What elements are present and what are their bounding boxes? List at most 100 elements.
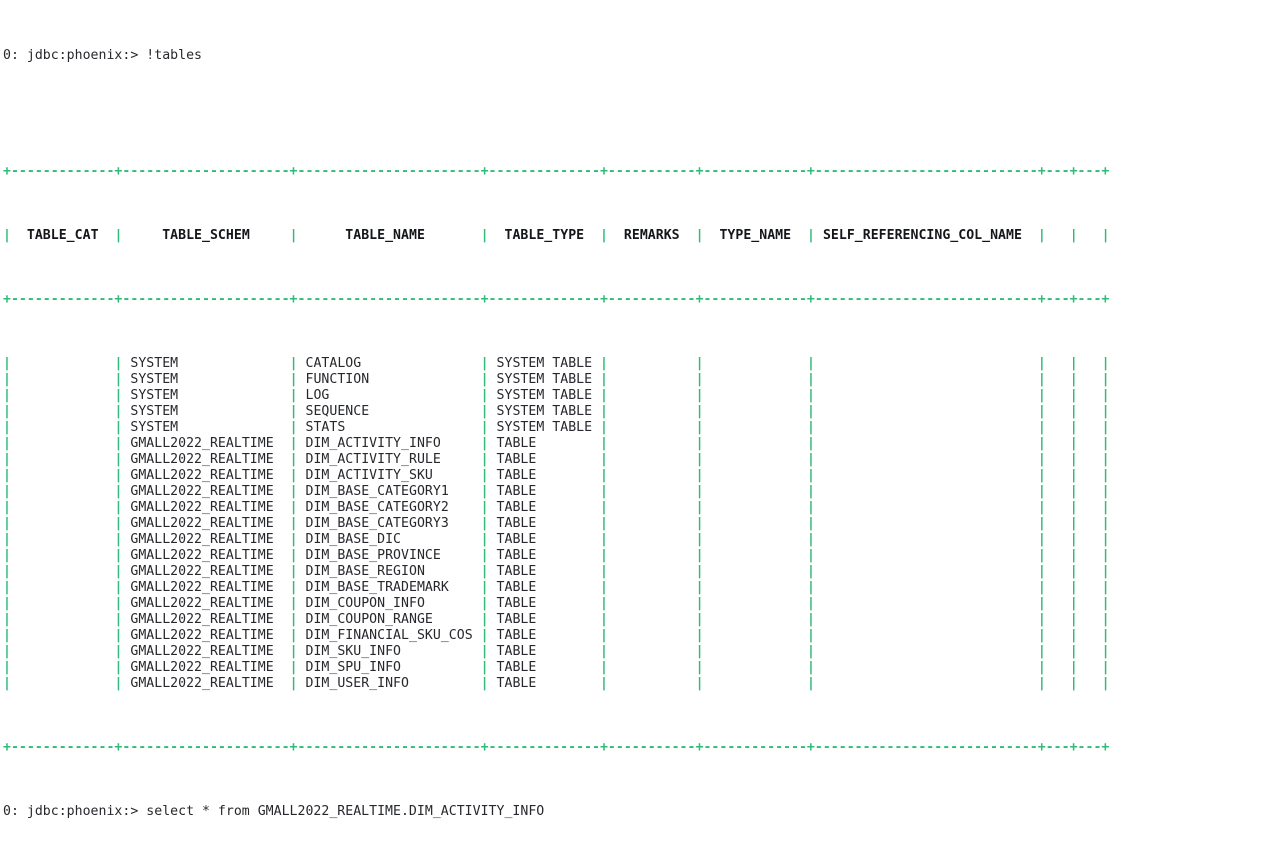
table-cell: [1046, 420, 1070, 435]
cell-divider: |: [1101, 596, 1110, 611]
cell-divider: |: [114, 676, 123, 691]
table-cell: [1078, 516, 1102, 531]
table-cell: [1046, 580, 1070, 595]
cell-divider: |: [289, 516, 298, 531]
table-cell: TABLE: [488, 468, 601, 483]
table-cell: [1046, 596, 1070, 611]
cell-divider: |: [1069, 452, 1078, 467]
table-cell: [704, 532, 807, 547]
table-cell: [608, 356, 696, 371]
cell-divider: |: [600, 628, 608, 643]
table-cell: SYSTEM TABLE: [488, 356, 601, 371]
cell-divider: |: [114, 580, 123, 595]
table-cell: LOG: [297, 388, 481, 403]
table-cell: [608, 500, 696, 515]
cell-divider: |: [1069, 356, 1078, 371]
cell-divider: |: [1069, 628, 1078, 643]
cell-divider: |: [1069, 484, 1078, 499]
table-cell: GMALL2022_REALTIME: [122, 612, 290, 627]
cell-divider: |: [1069, 564, 1078, 579]
table-cell: [608, 612, 696, 627]
cell-divider: |: [600, 452, 608, 467]
command-line-tables[interactable]: 0: jdbc:phoenix:> !tables: [0, 48, 1280, 64]
table-cell: [608, 420, 696, 435]
cell-divider: |: [600, 420, 608, 435]
cell-divider: |: [600, 516, 608, 531]
cell-divider: |: [1069, 372, 1078, 387]
table-cell: TABLE: [488, 612, 601, 627]
cell-divider: |: [289, 532, 298, 547]
table-cell: DIM_ACTIVITY_SKU: [297, 468, 481, 483]
table-cell: [1046, 356, 1070, 371]
cell-divider: |: [1037, 532, 1046, 547]
table-cell: [11, 452, 114, 467]
cell-divider: |: [807, 468, 815, 483]
table-cell: [1078, 564, 1102, 579]
table-cell: [704, 356, 807, 371]
cell-divider: |: [480, 420, 489, 435]
table-cell: [608, 452, 696, 467]
cell-divider: |: [1037, 420, 1046, 435]
table-cell: [704, 628, 807, 643]
cell-divider: |: [600, 436, 608, 451]
cell-divider: |: [1037, 436, 1046, 451]
table-rule-header: +-------------+---------------------+---…: [0, 292, 1280, 308]
table-cell: CATALOG: [297, 356, 481, 371]
table-rule-top: +-------------+---------------------+---…: [0, 164, 1280, 180]
table-cell: [815, 612, 1038, 627]
table-row: | | GMALL2022_REALTIME | DIM_FINANCIAL_S…: [0, 628, 1280, 644]
table-cell: [1078, 372, 1102, 387]
table-cell: [1078, 580, 1102, 595]
table-cell: [704, 660, 807, 675]
cell-divider: |: [3, 516, 11, 531]
column-header: TABLE_SCHEM: [122, 228, 290, 243]
command-line-select[interactable]: 0: jdbc:phoenix:> select * from GMALL202…: [0, 804, 1280, 820]
cell-divider: |: [1069, 516, 1078, 531]
cell-divider: |: [1037, 628, 1046, 643]
table-cell: [1046, 436, 1070, 451]
table-cell: TABLE: [488, 596, 601, 611]
table-cell: [608, 468, 696, 483]
table-cell: [815, 452, 1038, 467]
table-cell: [1078, 500, 1102, 515]
cell-divider: |: [807, 596, 815, 611]
table-cell: DIM_FINANCIAL_SKU_COS: [297, 628, 481, 643]
table-cell: [1078, 388, 1102, 403]
table-cell: [1078, 404, 1102, 419]
column-header: REMARKS: [608, 228, 696, 243]
table-cell: [704, 596, 807, 611]
table-row: | | SYSTEM | CATALOG | SYSTEM TABLE | | …: [0, 356, 1280, 372]
table-cell: DIM_BASE_CATEGORY3: [297, 516, 481, 531]
cell-divider: |: [600, 532, 608, 547]
cell-divider: |: [600, 356, 608, 371]
cell-divider: |: [114, 564, 123, 579]
cell-divider: |: [1101, 676, 1110, 691]
table-cell: [1046, 372, 1070, 387]
column-header: [1078, 228, 1102, 243]
table-cell: [608, 388, 696, 403]
table-cell: [1046, 612, 1070, 627]
cell-divider: |: [695, 628, 704, 643]
table-cell: [11, 404, 114, 419]
table-cell: [1078, 468, 1102, 483]
table-row: | | GMALL2022_REALTIME | DIM_BASE_DIC | …: [0, 532, 1280, 548]
cell-divider: |: [1101, 484, 1110, 499]
cell-divider: |: [1101, 516, 1110, 531]
table-cell: GMALL2022_REALTIME: [122, 596, 290, 611]
table-cell: GMALL2022_REALTIME: [122, 676, 290, 691]
cell-divider: |: [807, 388, 815, 403]
cell-divider: |: [480, 564, 489, 579]
table-cell: [1046, 548, 1070, 563]
cell-divider: |: [480, 580, 489, 595]
cell-divider: |: [1069, 644, 1078, 659]
cell-divider: |: [3, 388, 11, 403]
table-cell: [815, 436, 1038, 451]
table-cell: FUNCTION: [297, 372, 481, 387]
table-cell: [11, 500, 114, 515]
column-header: TABLE_NAME: [297, 228, 481, 243]
cell-divider: |: [114, 596, 123, 611]
cell-divider: |: [480, 676, 489, 691]
table-cell: [1078, 356, 1102, 371]
cell-divider: |: [807, 500, 815, 515]
table-cell: GMALL2022_REALTIME: [122, 436, 290, 451]
